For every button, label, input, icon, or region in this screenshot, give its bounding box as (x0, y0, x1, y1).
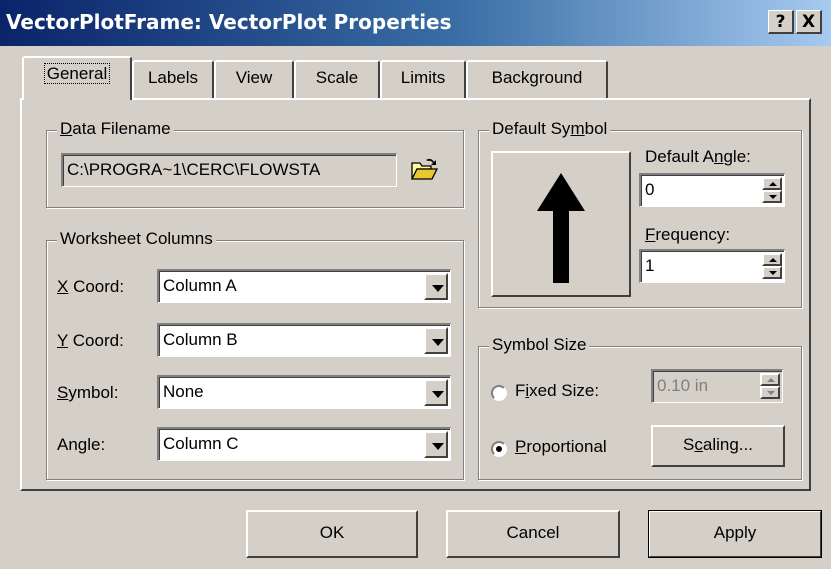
data-filename-group-label: Data Filename (57, 119, 174, 139)
x-coord-select[interactable]: Column A (157, 269, 451, 303)
spin-down-icon (769, 271, 777, 275)
spin-up-icon (767, 378, 775, 382)
close-button[interactable]: X (796, 10, 822, 34)
frequency-spinner[interactable]: 1 (639, 249, 785, 283)
worksheet-columns-group-label: Worksheet Columns (57, 229, 216, 249)
x-coord-label: X Coord: (57, 277, 125, 296)
angle-label: Angle: (57, 435, 106, 454)
help-button[interactable]: ? (768, 10, 794, 34)
ok-button[interactable]: OK (246, 510, 418, 558)
tab-background[interactable]: Background (466, 60, 608, 98)
tab-labels-label: Labels (147, 68, 199, 87)
window-title: VectorPlotFrame: VectorPlot Properties (6, 10, 452, 34)
worksheet-columns-group: Worksheet Columns X Coord: Column A Y Co… (46, 229, 464, 480)
default-angle-spinner[interactable]: 0 (639, 173, 785, 207)
tab-scale[interactable]: Scale (294, 60, 380, 98)
tab-view[interactable]: View (214, 60, 294, 98)
default-angle-up-button[interactable] (762, 177, 782, 190)
tab-background-label: Background (491, 68, 583, 87)
y-coord-value: Column B (163, 330, 238, 349)
default-symbol-group-label: Default Symbol (489, 119, 611, 139)
y-coord-dropdown-button[interactable] (424, 327, 448, 354)
default-symbol-group: Default Symbol Default Angle: 0 Frequenc… (478, 119, 802, 308)
default-angle-down-button[interactable] (762, 190, 782, 203)
symbol-dropdown-button[interactable] (424, 379, 448, 406)
fixed-size-radio[interactable] (491, 385, 507, 401)
symbol-size-group: Symbol Size Fixed Size: 0.10 in Proporti… (478, 335, 802, 480)
tab-general-label: General (43, 63, 111, 84)
angle-select[interactable]: Column C (157, 427, 451, 461)
folder-open-icon[interactable] (409, 157, 439, 183)
title-bar[interactable]: VectorPlotFrame: VectorPlot Properties ?… (0, 0, 831, 46)
tab-labels[interactable]: Labels (132, 60, 214, 98)
arrow-up-icon (537, 173, 585, 283)
chevron-down-icon (432, 443, 444, 450)
x-coord-dropdown-button[interactable] (424, 273, 448, 300)
tab-general[interactable]: General (22, 56, 132, 100)
data-filename-field[interactable]: C:\PROGRA~1\CERC\FLOWSTA (61, 153, 397, 187)
proportional-label[interactable]: Proportional (515, 437, 607, 457)
data-filename-group: Data Filename C:\PROGRA~1\CERC\FLOWSTA (46, 119, 464, 208)
spin-down-icon (769, 195, 777, 199)
fixed-size-down-button[interactable] (760, 386, 780, 399)
tab-scale-label: Scale (315, 68, 359, 87)
frequency-value: 1 (645, 256, 655, 275)
symbol-value: None (163, 382, 204, 401)
x-coord-value: Column A (163, 276, 237, 295)
chevron-down-icon (432, 391, 444, 398)
y-coord-select[interactable]: Column B (157, 323, 451, 357)
scaling-button[interactable]: Scaling... (651, 425, 785, 467)
tab-limits[interactable]: Limits (380, 60, 466, 98)
default-angle-value: 0 (645, 180, 655, 199)
fixed-size-up-button[interactable] (760, 373, 780, 386)
radio-selected-dot (496, 446, 502, 452)
chevron-down-icon (432, 339, 444, 346)
fixed-size-value: 0.10 in (657, 376, 709, 395)
spin-up-icon (769, 182, 777, 186)
fixed-size-label[interactable]: Fixed Size: (515, 381, 599, 401)
apply-button[interactable]: Apply (648, 510, 822, 558)
spin-up-icon (769, 258, 777, 262)
symbol-label: Symbol: (57, 383, 119, 402)
frequency-up-button[interactable] (762, 253, 782, 266)
chevron-down-icon (432, 285, 444, 292)
tab-limits-label: Limits (400, 68, 446, 87)
frequency-down-button[interactable] (762, 266, 782, 279)
cancel-button[interactable]: Cancel (446, 510, 620, 558)
y-coord-label: Y Coord: (57, 331, 124, 350)
tab-panel-general: Data Filename C:\PROGRA~1\CERC\FLOWSTA W… (20, 98, 811, 491)
default-angle-label: Default Angle: (645, 147, 751, 166)
angle-value: Column C (163, 434, 239, 453)
fixed-size-spinner[interactable]: 0.10 in (651, 369, 783, 403)
angle-dropdown-button[interactable] (424, 431, 448, 458)
frequency-label: Frequency: (645, 225, 731, 244)
symbol-select[interactable]: None (157, 375, 451, 409)
tab-view-label: View (235, 68, 273, 87)
proportional-radio[interactable] (491, 441, 507, 457)
symbol-size-group-label: Symbol Size (489, 335, 590, 355)
symbol-preview-button[interactable] (491, 151, 631, 297)
spin-down-icon (767, 391, 775, 395)
